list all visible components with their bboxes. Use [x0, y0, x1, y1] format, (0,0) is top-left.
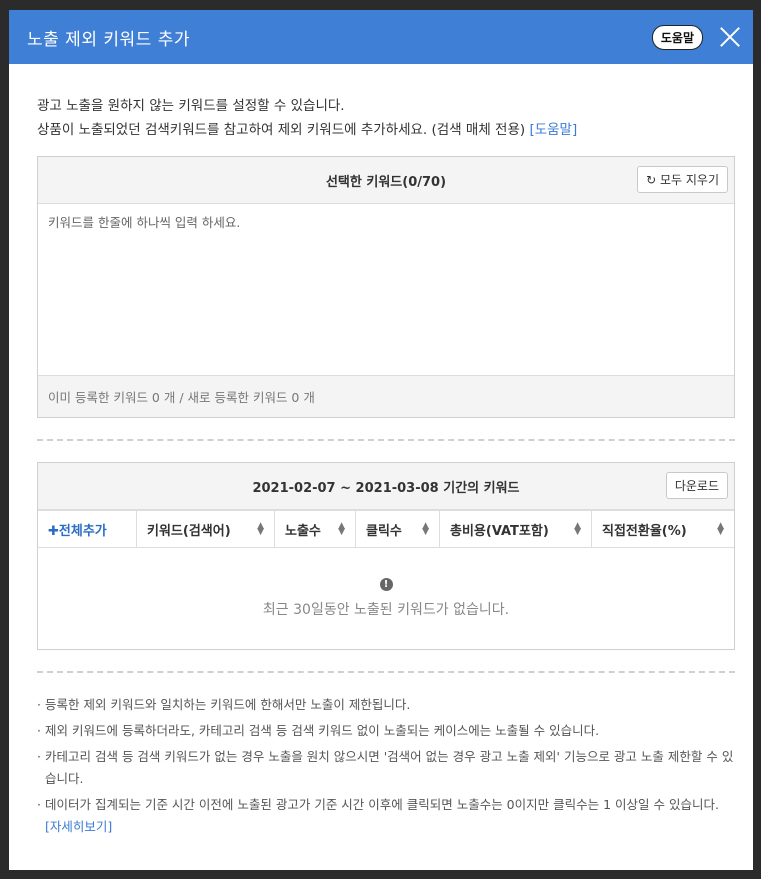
note-item: 카테고리 검색 등 검색 키워드가 없는 경우 노출을 원치 않으시면 '검색어…	[37, 746, 735, 790]
column-conversion-label: 직접전환율(%)	[602, 523, 687, 539]
column-header-impressions[interactable]: 노출수 ▲ ▼	[274, 510, 356, 548]
note-item: 등록한 제외 키워드와 일치하는 키워드에 한해서만 노출이 제한됩니다.	[37, 694, 735, 716]
note-item: 제외 키워드에 등록하더라도, 카테고리 검색 등 검색 키워드 없이 노출되는…	[37, 720, 735, 742]
selected-keywords-header: 선택한 키워드(0/70) ↻ 모두 지우기	[38, 157, 734, 204]
sort-icon: ▲ ▼	[257, 521, 264, 537]
clear-all-label: 모두 지우기	[659, 173, 719, 187]
intro-line-2: 상품이 노출되었던 검색키워드를 참고하여 제외 키워드에 추가하세요. (검색…	[37, 118, 735, 142]
column-cost-label: 총비용(VAT포함)	[450, 523, 549, 539]
add-all-label: ✚전체추가	[48, 523, 107, 539]
clear-all-button[interactable]: ↻ 모두 지우기	[637, 166, 728, 193]
sort-icon: ▲ ▼	[717, 521, 724, 537]
keyword-input[interactable]: 키워드를 한줄에 하나씩 입력 하세요.	[38, 204, 734, 376]
download-button[interactable]: 다운로드	[665, 472, 728, 499]
sort-icon: ▲ ▼	[338, 521, 345, 537]
column-header-clicks[interactable]: 클릭수 ▲ ▼	[355, 510, 440, 548]
notes-list: 등록한 제외 키워드와 일치하는 키워드에 한해서만 노출이 제한됩니다. 제외…	[37, 694, 735, 838]
selected-keywords-panel: 선택한 키워드(0/70) ↻ 모두 지우기 키워드를 한줄에 하나씩 입력 하…	[37, 156, 735, 418]
note-text: 데이터가 집계되는 기준 시간 이전에 노출된 광고가 기준 시간 이후에 클릭…	[45, 797, 719, 812]
modal-header: 노출 제외 키워드 추가 도움말	[9, 10, 753, 64]
details-link[interactable]: [자세히보기]	[45, 819, 112, 834]
refresh-icon: ↻	[646, 173, 657, 187]
intro-line-1: 광고 노출을 원하지 않는 키워드를 설정할 수 있습니다.	[37, 98, 345, 114]
help-link[interactable]: [도움말]	[529, 122, 577, 138]
column-clicks-label: 클릭수	[366, 523, 402, 539]
modal-title: 노출 제외 키워드 추가	[27, 29, 190, 50]
intro-text: 광고 노출을 원하지 않는 키워드를 설정할 수 있습니다. 상품이 노출되었던…	[37, 94, 735, 142]
note-item: 데이터가 집계되는 기준 시간 이전에 노출된 광고가 기준 시간 이후에 클릭…	[37, 794, 735, 838]
column-impressions-label: 노출수	[285, 523, 321, 539]
empty-state-text: 최근 30일동안 노출된 키워드가 없습니다.	[262, 602, 510, 618]
help-button[interactable]: 도움말	[651, 24, 703, 50]
close-icon[interactable]	[719, 26, 741, 48]
keyword-count-status: 이미 등록한 키워드 0 개 / 새로 등록한 키워드 0 개	[38, 376, 734, 417]
keyword-history-panel: 2021-02-07 ~ 2021-03-08 기간의 키워드 다운로드 ✚전체…	[37, 462, 735, 650]
selected-keywords-title: 선택한 키워드(0/70)	[325, 174, 447, 190]
column-header-conversion[interactable]: 직접전환율(%) ▲ ▼	[591, 510, 734, 548]
intro-line-2-text: 상품이 노출되었던 검색키워드를 참고하여 제외 키워드에 추가하세요. (검색…	[37, 122, 526, 138]
column-header-keyword[interactable]: 키워드(검색어) ▲ ▼	[136, 510, 275, 548]
divider	[37, 439, 735, 441]
alert-icon: !	[379, 578, 393, 591]
keyword-history-title: 2021-02-07 ~ 2021-03-08 기간의 키워드	[252, 480, 520, 496]
divider	[37, 671, 735, 673]
sort-icon: ▲ ▼	[422, 521, 429, 537]
keyword-history-table: ✚전체추가 키워드(검색어) ▲ ▼ 노출수 ▲ ▼ 클릭수 ▲ ▼ 총비용(VAT포함) ▲…	[38, 510, 734, 548]
empty-state: ! 최근 30일동안 노출된 키워드가 없습니다.	[38, 548, 734, 649]
keyword-history-header: 2021-02-07 ~ 2021-03-08 기간의 키워드 다운로드	[38, 463, 734, 510]
sort-icon: ▲ ▼	[574, 521, 581, 537]
exclude-keyword-modal: 노출 제외 키워드 추가 도움말 광고 노출을 원하지 않는 키워드를 설정할 …	[9, 10, 753, 870]
column-keyword-label: 키워드(검색어)	[147, 523, 231, 539]
add-all-button[interactable]: ✚전체추가	[38, 510, 137, 548]
column-header-cost[interactable]: 총비용(VAT포함) ▲ ▼	[439, 510, 592, 548]
